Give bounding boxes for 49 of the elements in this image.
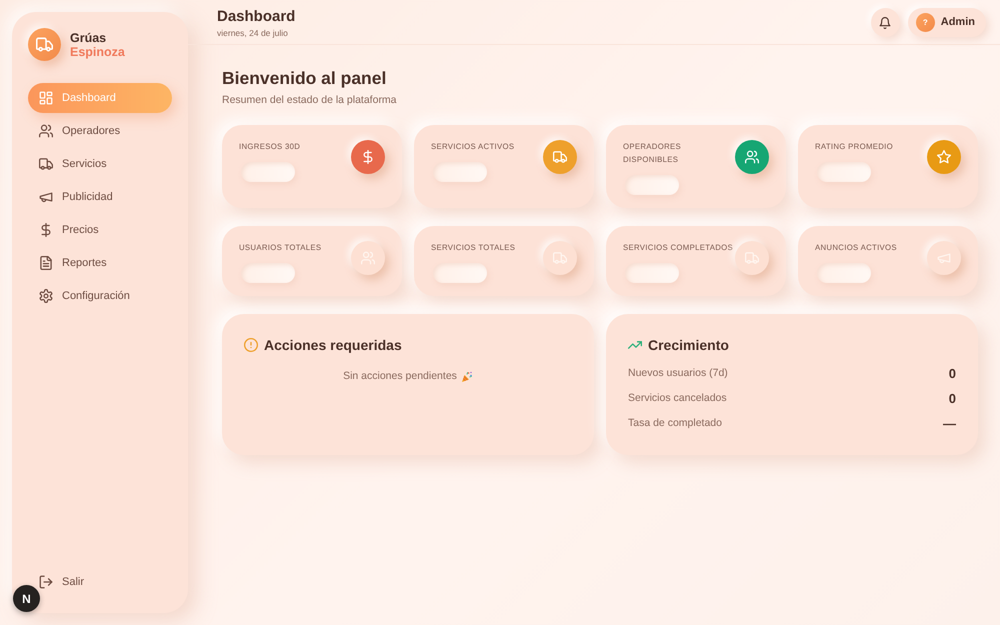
sidebar-item[interactable]: Servicios: [28, 149, 172, 179]
brand-name: Grúas: [70, 30, 108, 44]
metric-label: Servicios cancelados: [628, 390, 727, 406]
alert-icon: [244, 338, 258, 352]
loading-skeleton: [241, 162, 295, 182]
notifications-button[interactable]: [870, 8, 900, 37]
loading-skeleton: [817, 162, 871, 182]
users-icon: [39, 124, 53, 138]
user-menu-button[interactable]: ? Admin: [908, 8, 986, 37]
loading-skeleton: [625, 175, 679, 195]
welcome-subtitle: Resumen del estado de la plataforma: [222, 94, 398, 107]
truck-icon: [735, 241, 769, 275]
avatar: ?: [916, 13, 935, 32]
sidebar-item[interactable]: Precios: [28, 215, 172, 245]
welcome-title: Bienvenido al panel: [222, 67, 388, 89]
users-icon: [351, 241, 385, 275]
loading-skeleton: [625, 263, 679, 283]
metric-value: —: [943, 414, 956, 433]
metric-label: Tasa de completado: [628, 416, 722, 431]
metric-label: Nuevos usuarios (7d): [628, 366, 728, 381]
party-popper-icon: [460, 370, 473, 383]
panel-title: Crecimiento: [648, 336, 729, 354]
brand-subtitle: Espinoza: [70, 44, 125, 58]
grid-icon: [39, 91, 53, 105]
loading-skeleton: [433, 162, 487, 182]
sidebar-item[interactable]: Configuración: [28, 281, 172, 311]
page-title: Dashboard: [217, 8, 296, 25]
settings-icon: [39, 289, 53, 303]
panel-title: Acciones requeridas: [264, 336, 402, 354]
date-text: viernes, 24 de julio: [217, 27, 289, 39]
megaphone-icon: [927, 241, 961, 275]
metric-value: 0: [948, 390, 956, 408]
sidebar-item[interactable]: Operadores: [28, 116, 172, 146]
empty-message: Sin acciones pendientes: [343, 369, 457, 384]
loading-skeleton: [433, 263, 487, 283]
sidebar-item[interactable]: Reportes: [28, 248, 172, 278]
document-icon: [39, 256, 53, 270]
loading-skeleton: [241, 263, 295, 283]
truck-logo-icon: [28, 28, 61, 61]
sidebar-item[interactable]: Publicidad: [28, 182, 172, 212]
megaphone-icon: [39, 190, 53, 204]
bell-icon: [879, 16, 892, 28]
truck-icon: [543, 241, 577, 275]
truck-icon: [39, 157, 53, 171]
loading-skeleton: [817, 263, 871, 283]
dollar-icon: [39, 223, 53, 237]
logout-icon: [39, 575, 53, 589]
metric-value: 0: [948, 364, 956, 383]
trend-up-icon: [628, 338, 642, 352]
